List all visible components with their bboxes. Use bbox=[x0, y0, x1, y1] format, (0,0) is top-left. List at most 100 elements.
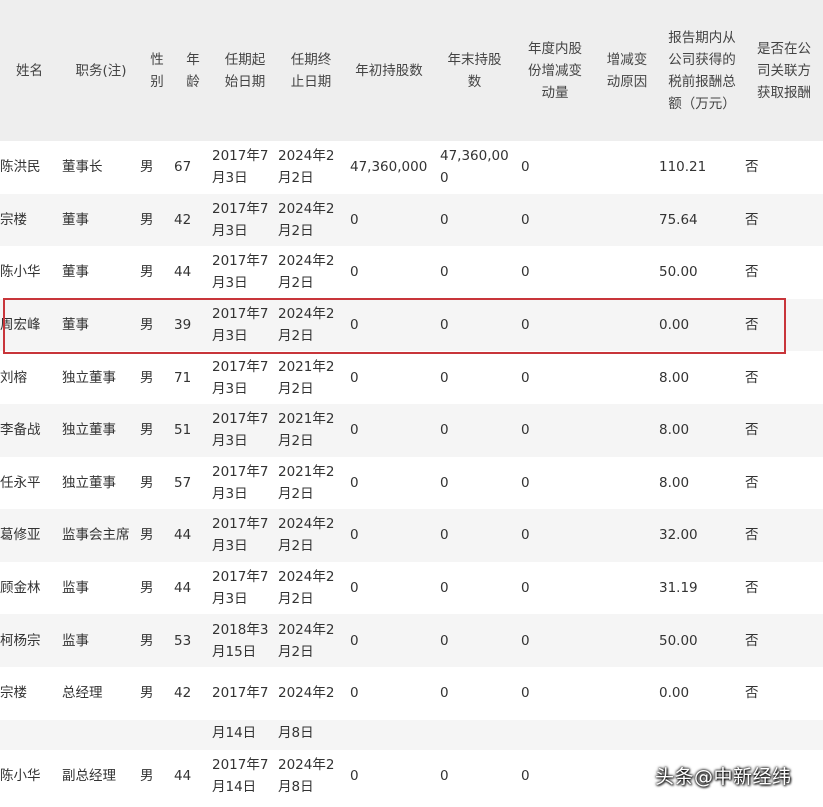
cell-term-start: 2017年7月14日 bbox=[212, 756, 269, 795]
cell-compensation: 50.00 bbox=[659, 632, 698, 649]
cell-related-pay: 否 bbox=[745, 369, 759, 386]
cell-term-end: 2024年2 bbox=[278, 685, 335, 702]
table-row: 宗楼 总经理 男 42 2017年7 2024年2 0 0 0 0.00 否 bbox=[0, 666, 823, 720]
cell-name bbox=[0, 720, 62, 750]
cell-shares-end: 0 bbox=[440, 369, 449, 386]
cell-related-pay: 否 bbox=[745, 422, 759, 439]
cell-shares-start: 0 bbox=[350, 632, 359, 649]
cell-gender: 男 bbox=[140, 264, 154, 281]
cell-shares-start: 0 bbox=[350, 211, 359, 228]
cell-compensation: 0.00 bbox=[659, 685, 690, 702]
cell-term-start: 2017年7月3日 bbox=[212, 463, 269, 502]
cell-gender: 男 bbox=[140, 580, 154, 597]
cell-position: 监事 bbox=[62, 632, 89, 649]
cell-compensation: 75.64 bbox=[659, 211, 698, 228]
cell-term-start: 月14日 bbox=[212, 724, 257, 741]
cell-age: 53 bbox=[174, 632, 192, 649]
cell-shares-end bbox=[434, 720, 515, 750]
header-compensation: 报告期内从公司获得的税前报酬总额（万元） bbox=[659, 0, 745, 141]
cell-share-change: 0 bbox=[521, 632, 530, 649]
cell-position: 董事 bbox=[62, 317, 89, 334]
cell-change-reason bbox=[595, 720, 659, 750]
header-shares-end: 年末持股数 bbox=[434, 0, 515, 141]
cell-position: 独立董事 bbox=[62, 369, 116, 386]
cell-gender: 男 bbox=[140, 474, 154, 491]
cell-shares-end: 0 bbox=[440, 474, 449, 491]
cell-shares-end: 0 bbox=[440, 767, 449, 784]
table-header-row: 姓名 职务(注) 性别 年龄 任期起始日期 任期终止日期 年初持股数 年末持股数… bbox=[0, 0, 823, 141]
cell-age: 44 bbox=[174, 527, 192, 544]
cell-change-reason bbox=[595, 509, 659, 562]
header-name: 姓名 bbox=[0, 0, 62, 141]
cell-compensation: 0.00 bbox=[659, 317, 690, 334]
cell-change-reason bbox=[595, 404, 659, 457]
header-change-reason: 增减变动原因 bbox=[595, 0, 659, 141]
cell-term-end: 2024年2月2日 bbox=[278, 253, 335, 292]
cell-term-end: 2024年2月2日 bbox=[278, 306, 335, 345]
cell-shares-end: 0 bbox=[440, 317, 449, 334]
cell-related-pay: 否 bbox=[745, 685, 759, 702]
cell-position: 董事 bbox=[62, 211, 89, 228]
cell-term-start: 2017年7月3日 bbox=[212, 148, 269, 187]
cell-term-start: 2017年7月3日 bbox=[212, 253, 269, 292]
cell-shares-end: 0 bbox=[440, 527, 449, 544]
cell-position: 副总经理 bbox=[62, 767, 116, 784]
cell-name: 陈洪民 bbox=[0, 159, 41, 176]
cell-change-reason bbox=[595, 299, 659, 352]
cell-gender: 男 bbox=[140, 685, 154, 702]
cell-change-reason bbox=[595, 614, 659, 667]
cell-term-end: 月8日 bbox=[278, 724, 314, 741]
cell-name: 葛修亚 bbox=[0, 527, 41, 544]
cell-shares-start: 0 bbox=[350, 474, 359, 491]
table-row: 刘榕 独立董事 男 71 2017年7月3日 2021年2月2日 0 0 0 8… bbox=[0, 351, 823, 404]
table-row: 葛修亚 监事会主席 男 44 2017年7月3日 2024年2月2日 0 0 0… bbox=[0, 509, 823, 562]
cell-age: 44 bbox=[174, 264, 192, 281]
header-term-end: 任期终止日期 bbox=[278, 0, 344, 141]
cell-age: 42 bbox=[174, 211, 192, 228]
cell-name: 李备战 bbox=[0, 422, 41, 439]
cell-share-change: 0 bbox=[521, 317, 530, 334]
cell-term-end: 2024年2月8日 bbox=[278, 756, 335, 795]
header-related-pay: 是否在公司关联方获取报酬 bbox=[745, 0, 823, 141]
cell-term-end: 2024年2月2日 bbox=[278, 148, 335, 187]
cell-gender: 男 bbox=[140, 159, 154, 176]
cell-share-change: 0 bbox=[521, 580, 530, 597]
table-row: 宗楼 董事 男 42 2017年7月3日 2024年2月2日 0 0 0 75.… bbox=[0, 193, 823, 247]
cell-shares-start: 0 bbox=[350, 264, 359, 281]
cell-share-change: 0 bbox=[521, 527, 530, 544]
cell-position: 董事 bbox=[62, 264, 89, 281]
cell-compensation: 110.21 bbox=[659, 159, 707, 176]
cell-gender: 男 bbox=[140, 369, 154, 386]
cell-share-change: 0 bbox=[521, 159, 530, 176]
cell-compensation: 32.00 bbox=[659, 527, 698, 544]
cell-name: 陈小华 bbox=[0, 767, 41, 784]
table-row-highlighted: 周宏峰 董事 男 39 2017年7月3日 2024年2月2日 0 0 0 0.… bbox=[0, 298, 823, 352]
cell-compensation: 8.00 bbox=[659, 369, 690, 386]
cell-related-pay: 否 bbox=[745, 317, 759, 334]
cell-share-change: 0 bbox=[521, 422, 530, 439]
cell-compensation: 31.19 bbox=[659, 580, 698, 597]
cell-term-end: 2024年2月2日 bbox=[278, 516, 335, 555]
cell-gender: 男 bbox=[140, 527, 154, 544]
header-share-change: 年度内股份增减变动量 bbox=[515, 0, 595, 141]
cell-related-pay: 否 bbox=[745, 632, 759, 649]
cell-position: 董事长 bbox=[62, 159, 103, 176]
management-table: 姓名 职务(注) 性别 年龄 任期起始日期 任期终止日期 年初持股数 年末持股数… bbox=[0, 0, 823, 803]
cell-term-start: 2017年7月3日 bbox=[212, 569, 269, 608]
cell-age: 57 bbox=[174, 474, 192, 491]
cell-term-start: 2017年7月3日 bbox=[212, 411, 269, 450]
cell-share-change: 0 bbox=[521, 369, 530, 386]
cell-change-reason bbox=[595, 457, 659, 510]
cell-shares-start: 0 bbox=[350, 422, 359, 439]
cell-related-pay: 否 bbox=[745, 264, 759, 281]
cell-name: 顾金林 bbox=[0, 580, 41, 597]
cell-age bbox=[174, 720, 212, 750]
table-row: 李备战 独立董事 男 51 2017年7月3日 2021年2月2日 0 0 0 … bbox=[0, 403, 823, 457]
cell-shares-start: 0 bbox=[350, 685, 359, 702]
cell-age: 67 bbox=[174, 159, 192, 176]
cell-share-change: 0 bbox=[521, 474, 530, 491]
cell-position: 独立董事 bbox=[62, 422, 116, 439]
cell-shares-start: 47,360,000 bbox=[350, 159, 428, 176]
cell-change-reason bbox=[595, 562, 659, 615]
cell-shares-end: 0 bbox=[440, 580, 449, 597]
